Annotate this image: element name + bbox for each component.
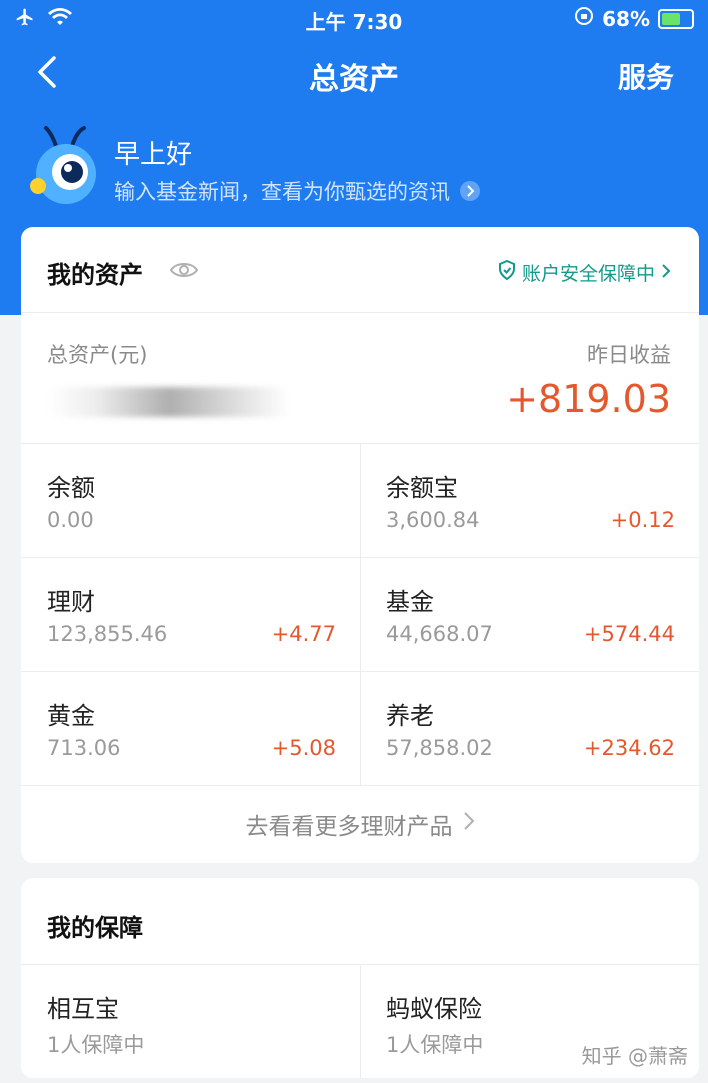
greeting-subtitle: 输入基金新闻，查看为你甄选的资讯 [114, 180, 450, 204]
total-assets-label: 总资产(元) [47, 343, 148, 367]
asset-item-gain: +234.62 [583, 736, 675, 760]
watermark: 知乎 @萧斋 [581, 1044, 688, 1068]
column-divider [360, 444, 361, 785]
total-assets-value-masked [49, 387, 289, 417]
protection-item-name: 相互宝 [47, 995, 119, 1023]
chevron-right-icon [661, 262, 671, 284]
asset-item-name: 余额 [47, 474, 95, 502]
asset-item-fund[interactable]: 基金 44,668.07 +574.44 [360, 558, 699, 671]
service-button[interactable]: 服务 [618, 56, 674, 96]
asset-item-gain: +0.12 [610, 508, 675, 532]
asset-item-yuebao[interactable]: 余额宝 3,600.84 +0.12 [360, 444, 699, 557]
nav-bar: 总资产 服务 [0, 40, 708, 106]
asset-item-value: 44,668.07 [386, 622, 493, 646]
eye-icon[interactable] [169, 259, 199, 281]
asset-card-title: 我的资产 [47, 261, 143, 289]
status-bar: 上午 7:30 68% [0, 0, 708, 36]
asset-item-pension[interactable]: 养老 57,858.02 +234.62 [360, 672, 699, 785]
chevron-right-icon [460, 181, 480, 201]
asset-card: 我的资产 账户安全保障中 总资产(元) 昨日收益 +819.03 余额 0.00… [21, 227, 699, 863]
asset-item-name: 黄金 [47, 702, 95, 730]
asset-item-value: 123,855.46 [47, 622, 168, 646]
shield-icon [498, 259, 516, 285]
asset-item-value: 0.00 [47, 508, 94, 532]
battery-fill [662, 12, 680, 25]
greeting-banner[interactable]: 早上好 输入基金新闻，查看为你甄选的资讯 [22, 118, 702, 218]
battery-percent: 68% [602, 6, 650, 31]
asset-item-value: 3,600.84 [386, 508, 480, 532]
greeting-subtitle-row: 输入基金新闻，查看为你甄选的资讯 [114, 176, 480, 206]
asset-item-name: 养老 [386, 702, 434, 730]
account-security-link[interactable]: 账户安全保障中 [498, 259, 671, 286]
page-title: 总资产 [309, 62, 399, 97]
protection-card-title: 我的保障 [47, 914, 143, 942]
asset-card-header: 我的资产 账户安全保障中 [21, 227, 699, 313]
asset-item-wealth[interactable]: 理财 123,855.46 +4.77 [21, 558, 360, 671]
chevron-right-icon [463, 811, 475, 837]
protection-item-xianghubao[interactable]: 相互宝 1人保障中 [21, 965, 360, 1078]
asset-item-name: 基金 [386, 588, 434, 616]
yesterday-earnings-label: 昨日收益 [587, 343, 671, 367]
protection-item-status: 1人保障中 [386, 1033, 484, 1057]
yesterday-earnings-value: +819.03 [506, 377, 671, 421]
mascot-icon [26, 124, 102, 208]
asset-item-value: 713.06 [47, 736, 121, 760]
asset-item-name: 余额宝 [386, 474, 458, 502]
more-products-label: 去看看更多理财产品 [245, 814, 453, 840]
asset-item-gain: +4.77 [271, 622, 336, 646]
protection-item-status: 1人保障中 [47, 1033, 145, 1057]
asset-item-name: 理财 [47, 588, 95, 616]
asset-item-value: 57,858.02 [386, 736, 493, 760]
protection-item-name: 蚂蚁保险 [386, 995, 482, 1023]
asset-item-gain: +574.44 [583, 622, 675, 646]
battery-icon [658, 8, 694, 29]
status-right: 68% [574, 6, 694, 31]
greeting-title: 早上好 [114, 140, 193, 170]
asset-item-gain: +5.08 [271, 736, 336, 760]
row-divider [21, 785, 699, 786]
more-products-link[interactable]: 去看看更多理财产品 [21, 807, 699, 841]
security-label: 账户安全保障中 [521, 263, 655, 285]
orientation-lock-icon [574, 6, 594, 31]
asset-item-gold[interactable]: 黄金 713.06 +5.08 [21, 672, 360, 785]
asset-item-balance[interactable]: 余额 0.00 [21, 444, 360, 557]
